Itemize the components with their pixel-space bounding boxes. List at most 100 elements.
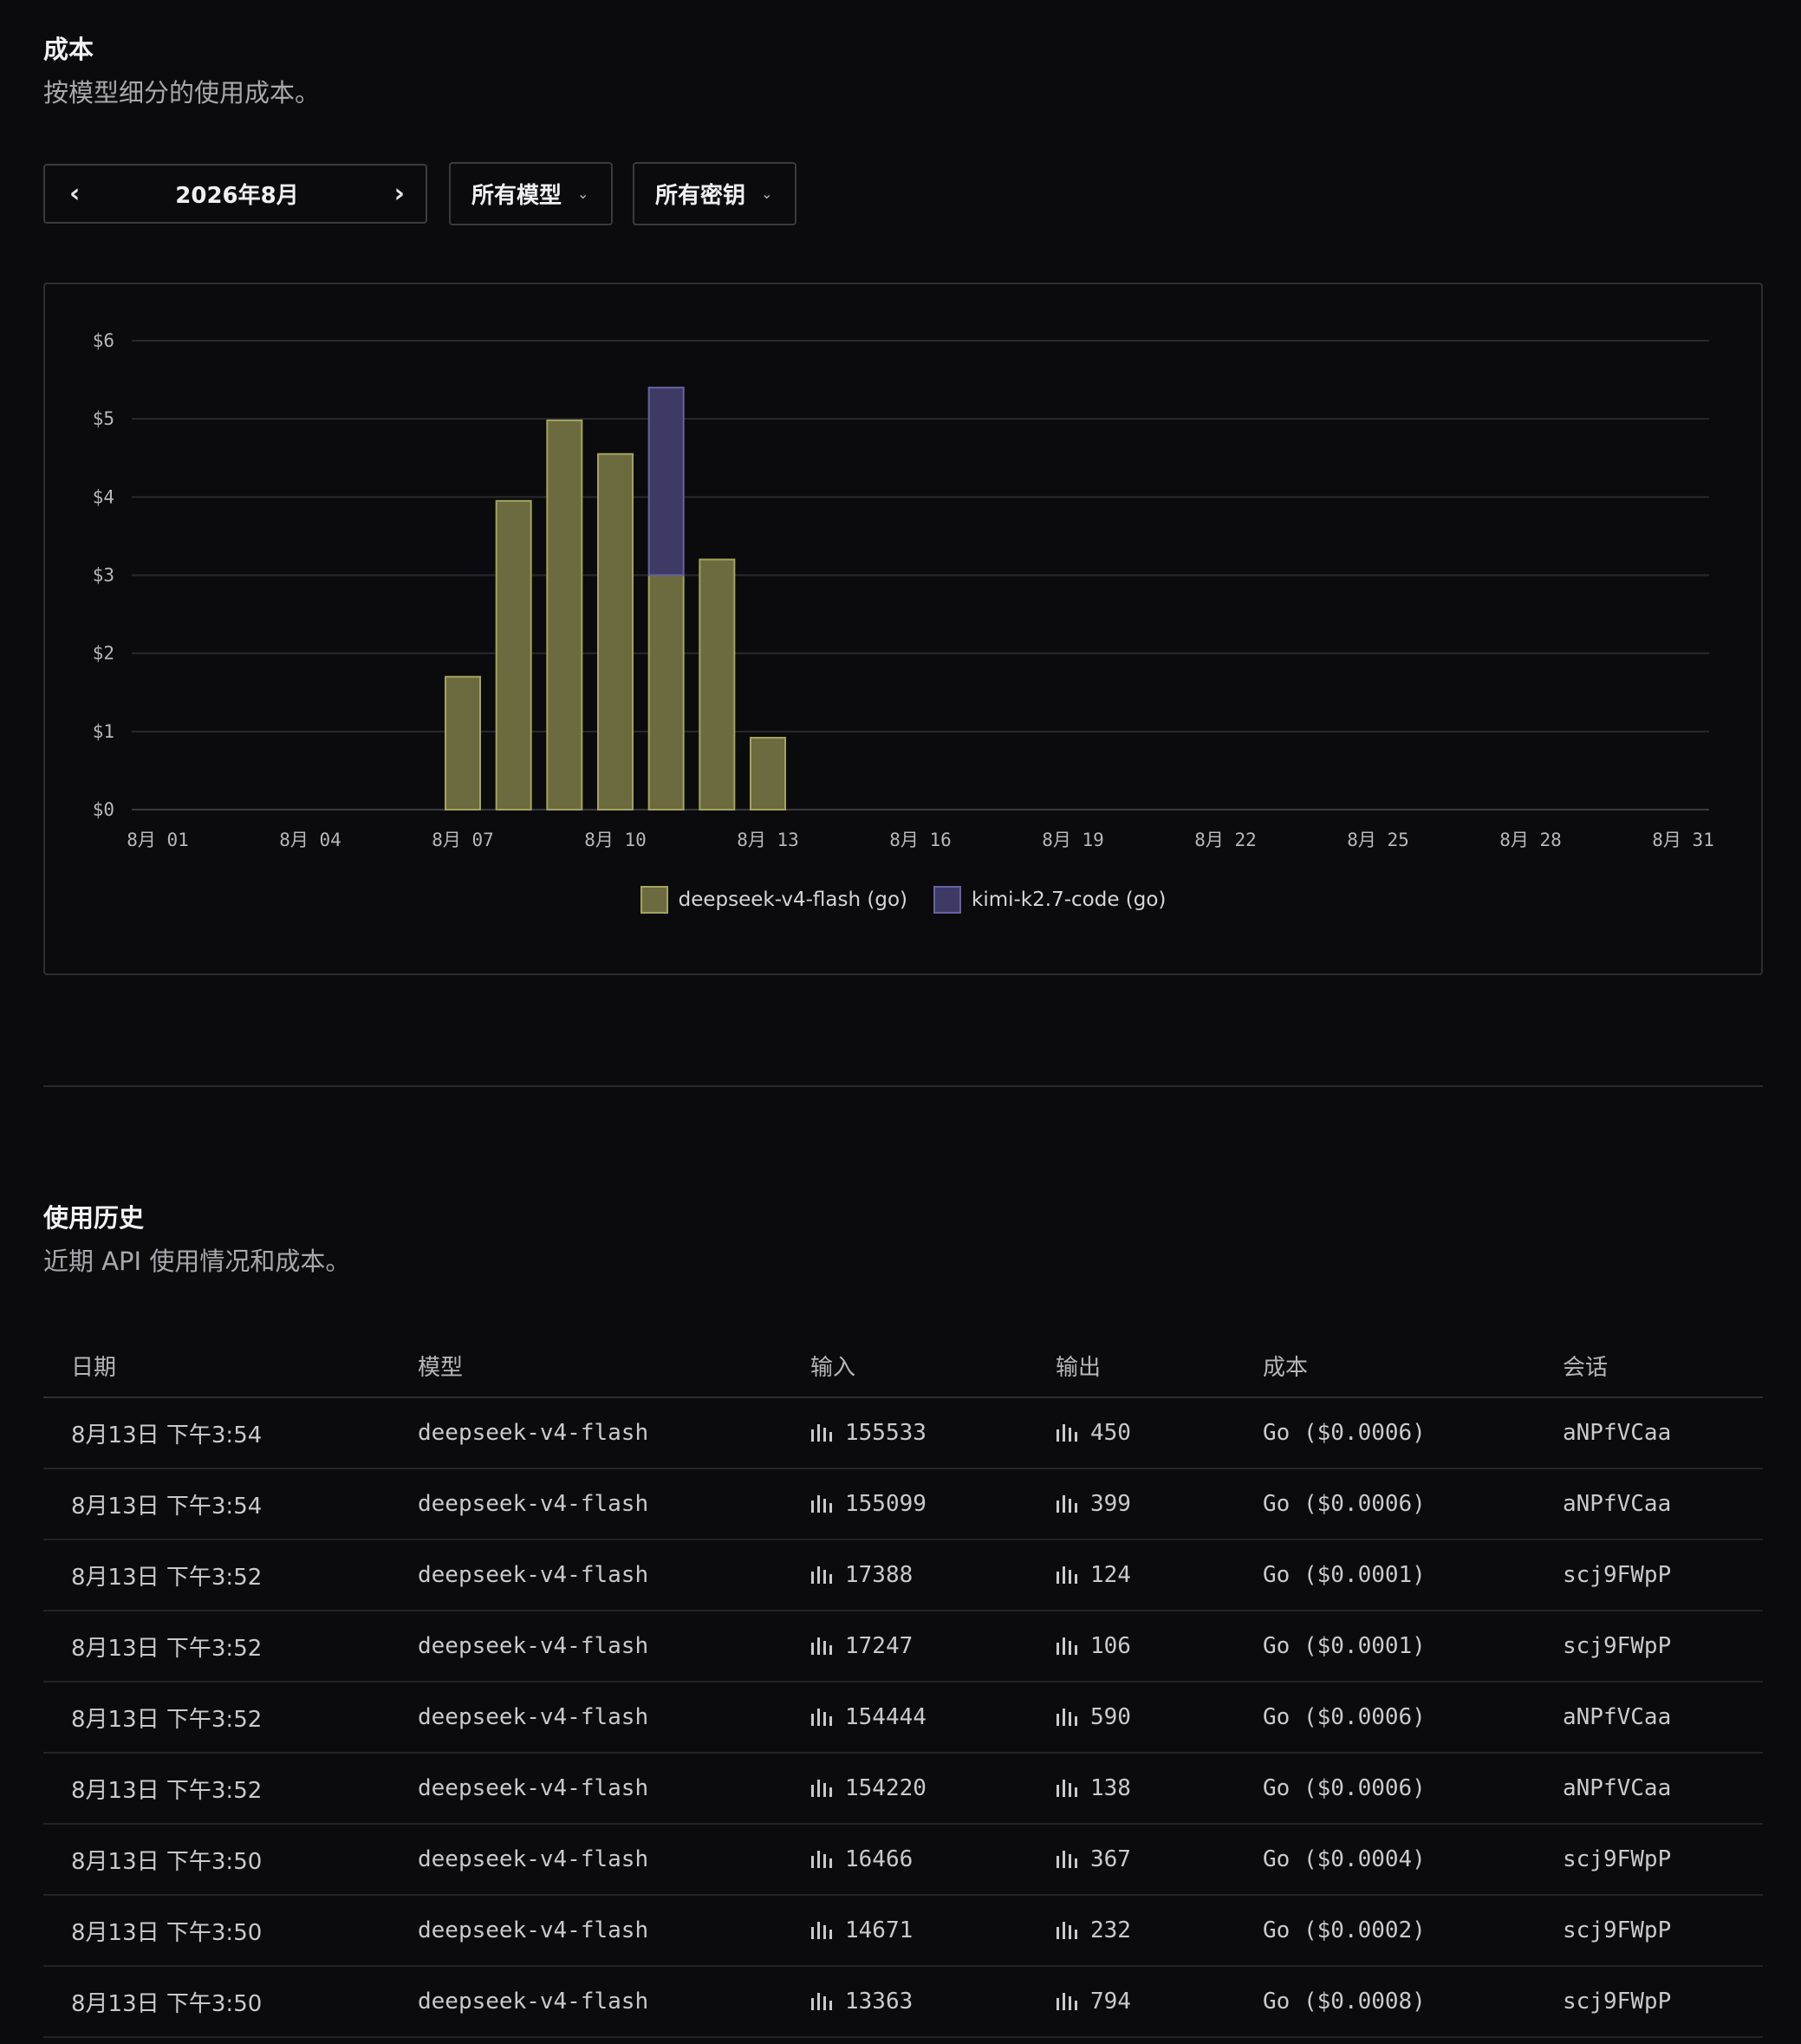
bar-chart-icon [810,1704,845,1730]
x-tick-label: 8月 10 [584,830,647,850]
cell-output-text: 232 [1090,1917,1131,1943]
chevron-left-icon[interactable]: ‹ [69,180,80,207]
table-row[interactable]: 8月13日 下午3:54 deepseek-v4-flash 155533 450 Go… [43,1397,1763,1469]
y-tick-label: $0 [93,799,114,820]
cell-output-text: 450 [1090,1420,1131,1446]
cell-output: 232 [1028,1895,1235,1967]
cell-input-text: 155099 [845,1491,927,1517]
cell-cost-text: Go ($0.0008) [1263,1989,1426,2015]
cell-input: 155533 [783,1397,1028,1469]
table-row[interactable]: 8月13日 下午3:50 deepseek-v4-flash 16466 367 Go … [43,1824,1763,1896]
cell-input: 154444 [783,1682,1028,1754]
cell-input: 17247 [783,1611,1028,1683]
cell-output: 106 [1028,1611,1235,1683]
cell-input-text: 154444 [845,1704,927,1730]
y-tick-label: $2 [93,643,114,664]
cell-date-text: 8月13日 下午3:52 [71,1635,263,1662]
cell-model: deepseek-v4-flash [390,1397,783,1469]
cell-output-text: 138 [1090,1775,1131,1801]
x-tick-label: 8月 13 [737,830,799,850]
cell-session-text: aNPfVCaa [1563,1775,1672,1801]
cell-cost: Go ($0.0006) [1235,1753,1535,1825]
bar-kimi[interactable] [647,387,685,576]
cost-title: 成本 [43,35,94,64]
bar-deepseek[interactable] [495,499,532,810]
cell-model-text: deepseek-v4-flash [418,1704,649,1730]
section-divider [43,1085,1763,1087]
cell-input-text: 16466 [845,1846,914,1872]
x-tick-label: 8月 04 [279,830,341,850]
bar-deepseek[interactable] [445,675,481,811]
x-tick-label: 8月 16 [889,830,952,850]
bar-deepseek[interactable] [750,737,786,811]
model-select[interactable]: 所有模型 ⌄ [449,162,614,225]
bar-deepseek[interactable] [546,419,583,810]
cell-date: 8月13日 下午3:50 [43,1895,390,1967]
cell-cost: Go ($0.0002) [1235,1895,1535,1967]
column-header-model: 模型 [390,1335,783,1398]
cell-cost-text: Go ($0.0004) [1263,1846,1426,1872]
cell-date-text: 8月13日 下午3:52 [71,1777,263,1804]
table-row[interactable]: 8月13日 下午3:50 deepseek-v4-flash 13363 794 Go … [43,1966,1763,2038]
cell-model-text: deepseek-v4-flash [418,1846,649,1872]
history-subtitle: 近期 API 使用情况和成本。 [43,1247,351,1276]
cell-input-text: 17388 [845,1562,914,1588]
cell-output-text: 794 [1090,1989,1131,2015]
bar-chart-icon [1056,1917,1090,1943]
y-tick-label: $4 [93,486,114,507]
cell-cost: Go ($0.0006) [1235,1682,1535,1754]
cell-input-text: 155533 [845,1420,927,1446]
cell-session-text: aNPfVCaa [1563,1420,1672,1446]
cell-cost: Go ($0.0001) [1235,1540,1535,1611]
bar-deepseek[interactable] [647,574,685,810]
bar-chart-icon [810,1775,845,1801]
cell-model-text: deepseek-v4-flash [418,1775,649,1801]
cell-date-text: 8月13日 下午3:54 [71,1493,263,1520]
model-select-label: 所有模型 [471,183,562,209]
chevron-right-icon[interactable]: › [394,180,405,207]
table-row[interactable]: 8月13日 下午3:50 deepseek-v4-flash 14671 232 Go … [43,1895,1763,1967]
cell-model: deepseek-v4-flash [390,1753,783,1825]
bar-deepseek[interactable] [597,452,634,810]
cell-session: aNPfVCaa [1535,1682,1763,1754]
cell-model-text: deepseek-v4-flash [418,1917,649,1943]
cell-date-text: 8月13日 下午3:50 [71,1848,263,1875]
y-tick-label: $3 [93,565,114,586]
cell-session-text: scj9FWpP [1563,1562,1672,1588]
cell-cost: Go ($0.0008) [1235,1966,1535,2038]
cell-date-text: 8月13日 下午3:52 [71,1706,263,1733]
chevron-down-icon: ⌄ [761,186,773,202]
cell-session: scj9FWpP [1535,1611,1763,1683]
table-row[interactable]: 8月13日 下午3:54 deepseek-v4-flash 155099 399 Go… [43,1468,1763,1540]
chevron-down-icon: ⌄ [577,186,589,202]
cell-output: 399 [1028,1468,1235,1540]
cell-model: deepseek-v4-flash [390,1966,783,2038]
bar-chart-icon [810,1420,845,1446]
y-tick-label: $6 [93,330,114,351]
cell-cost-text: Go ($0.0001) [1263,1562,1426,1588]
legend-item[interactable]: kimi-k2.7-code (go) [933,886,1166,914]
table-row[interactable]: 8月13日 下午3:52 deepseek-v4-flash 154444 590 Go… [43,1682,1763,1754]
bar-chart-icon [810,1491,845,1517]
month-label: 2026年8月 [175,183,299,209]
table-row[interactable]: 8月13日 下午3:52 deepseek-v4-flash 17247 106 Go … [43,1611,1763,1683]
cell-cost: Go ($0.0006) [1235,1397,1535,1469]
bar-deepseek[interactable] [699,558,736,810]
cell-input-text: 17247 [845,1633,914,1659]
cell-output-text: 367 [1090,1846,1131,1872]
cell-input: 155099 [783,1468,1028,1540]
cell-date-text: 8月13日 下午3:54 [71,1422,263,1448]
cell-output: 138 [1028,1753,1235,1825]
cell-output: 450 [1028,1397,1235,1469]
legend-item[interactable]: deepseek-v4-flash (go) [640,886,907,914]
key-select[interactable]: 所有密钥 ⌄ [633,162,797,225]
cell-input-text: 13363 [845,1989,914,2015]
table-row[interactable]: 8月13日 下午3:52 deepseek-v4-flash 17388 124 Go … [43,1540,1763,1611]
cell-model: deepseek-v4-flash [390,1611,783,1683]
table-row[interactable]: 8月13日 下午3:52 deepseek-v4-flash 154220 138 Go… [43,1753,1763,1825]
cell-session: scj9FWpP [1535,1966,1763,2038]
cell-output: 590 [1028,1682,1235,1754]
x-tick-label: 8月 28 [1499,830,1562,850]
cell-session-text: scj9FWpP [1563,1633,1672,1659]
cell-model-text: deepseek-v4-flash [418,1491,649,1517]
